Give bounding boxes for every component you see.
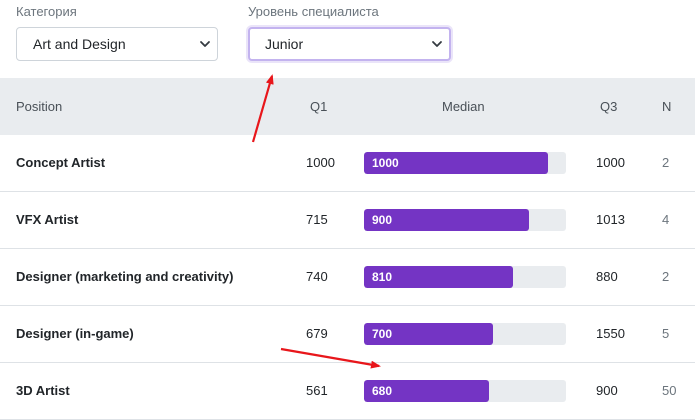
median-bar-track: 680 (364, 380, 566, 402)
position-cell: Concept Artist (16, 155, 106, 170)
filters-bar: Категория Art and Design Уровень специал… (0, 0, 695, 78)
salary-table: Position Q1 Median Q3 N Concept Artist 10… (0, 78, 695, 420)
median-bar-label: 700 (372, 327, 393, 341)
median-bar-track: 700 (364, 323, 566, 345)
table-row: 3D Artist 561 680 900 50 (0, 363, 695, 420)
median-bar-label: 1000 (372, 156, 399, 170)
q3-cell: 1013 (596, 212, 625, 227)
n-cell: 2 (662, 155, 670, 170)
position-cell: VFX Artist (16, 212, 79, 227)
table-row: Designer (marketing and creativity) 740 81… (0, 249, 695, 306)
q1-cell: 1000 (306, 155, 335, 170)
median-bar-track: 1000 (364, 152, 566, 174)
n-cell: 50 (662, 383, 677, 398)
level-label: Уровень специалиста (248, 4, 379, 19)
level-select[interactable]: Junior (248, 27, 451, 61)
q1-cell: 740 (306, 269, 328, 284)
table-row: VFX Artist 715 900 1013 4 (0, 192, 695, 249)
position-cell: 3D Artist (16, 383, 70, 398)
header-n[interactable]: N (662, 78, 671, 135)
q1-cell: 715 (306, 212, 328, 227)
median-bar-label: 900 (372, 213, 393, 227)
q3-cell: 880 (596, 269, 618, 284)
median-bar-track: 900 (364, 209, 566, 231)
category-select-value: Art and Design (33, 36, 126, 52)
level-select-value: Junior (265, 36, 304, 52)
header-q3[interactable]: Q3 (600, 78, 617, 135)
median-bar-track: 810 (364, 266, 566, 288)
table-body: Concept Artist 1000 1000 1000 2 VFX Artist 715… (0, 135, 695, 420)
table-row: Concept Artist 1000 1000 1000 2 (0, 135, 695, 192)
header-median[interactable]: Median (442, 78, 485, 135)
header-position[interactable]: Position (16, 78, 62, 135)
n-cell: 4 (662, 212, 670, 227)
n-cell: 2 (662, 269, 670, 284)
category-label: Категория (16, 4, 77, 19)
header-q1[interactable]: Q1 (310, 78, 327, 135)
q1-cell: 561 (306, 383, 328, 398)
median-bar-label: 680 (372, 384, 393, 398)
q3-cell: 1550 (596, 326, 625, 341)
q3-cell: 900 (596, 383, 618, 398)
q3-cell: 1000 (596, 155, 625, 170)
position-cell: Designer (marketing and creativity) (16, 269, 234, 284)
position-cell: Designer (in-game) (16, 326, 134, 341)
median-bar-label: 810 (372, 270, 393, 284)
chevron-down-icon (432, 41, 442, 47)
q1-cell: 679 (306, 326, 328, 341)
category-select[interactable]: Art and Design (16, 27, 218, 61)
table-row: Designer (in-game) 679 700 1550 5 (0, 306, 695, 363)
chevron-down-icon (200, 41, 210, 47)
n-cell: 5 (662, 326, 670, 341)
table-header: Position Q1 Median Q3 N (0, 78, 695, 135)
